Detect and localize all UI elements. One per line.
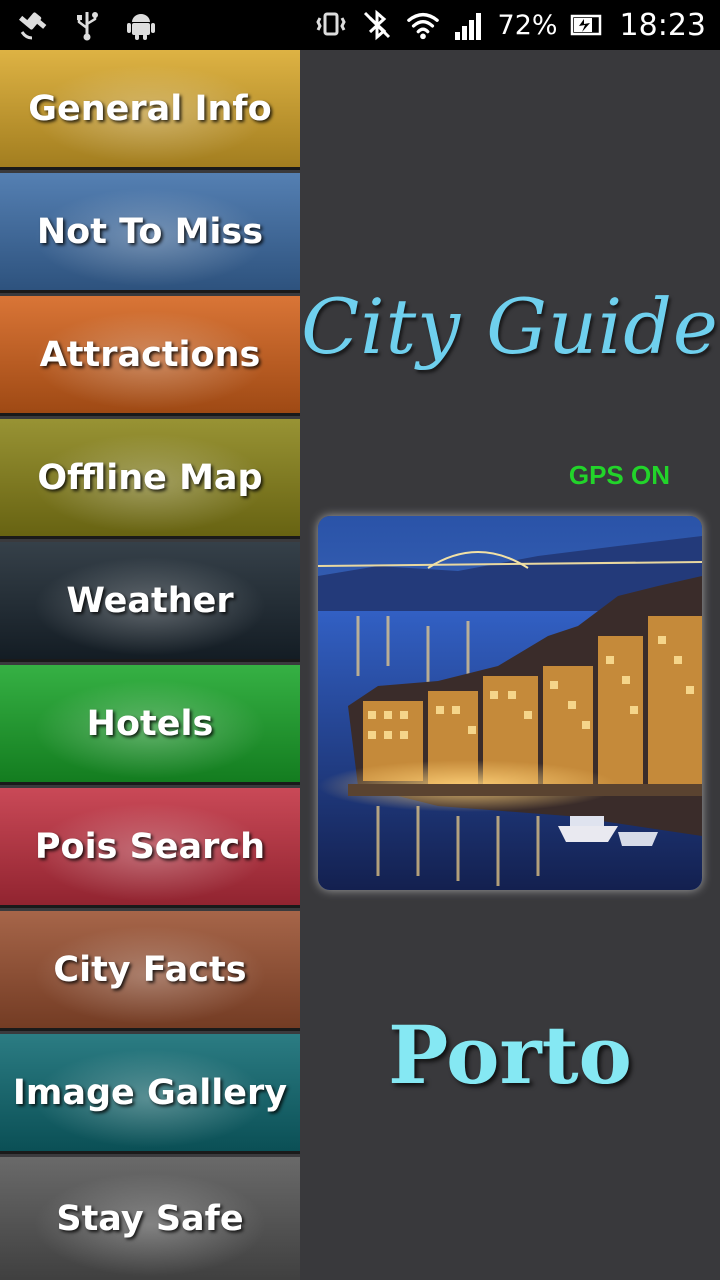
menu-item-label: Weather — [66, 580, 234, 621]
menu-item-label: Not To Miss — [36, 211, 264, 252]
menu-item-label: Pois Search — [34, 826, 266, 867]
menu-item-not-to-miss[interactable]: Not To Miss — [0, 173, 300, 293]
wifi-icon — [406, 8, 440, 42]
usb-icon — [70, 8, 104, 42]
menu-item-label: Offline Map — [37, 457, 263, 498]
main-menu: General Info Not To Miss Attractions Off… — [0, 50, 300, 1280]
battery-percent: 72% — [497, 9, 558, 41]
menu-item-attractions[interactable]: Attractions — [0, 296, 300, 416]
home-panel: City Guide GPS ON Porto — [300, 50, 720, 1280]
status-bar-left — [16, 8, 158, 42]
bluetooth-off-icon — [360, 8, 394, 42]
app-title: City Guide — [301, 282, 719, 371]
menu-item-label: Attractions — [39, 334, 261, 375]
menu-item-general-info[interactable]: General Info — [0, 50, 300, 170]
city-photo-image — [318, 516, 702, 890]
menu-item-weather[interactable]: Weather — [0, 542, 300, 662]
satellite-icon — [16, 8, 50, 42]
menu-item-label: City Facts — [53, 949, 247, 990]
menu-item-stay-safe[interactable]: Stay Safe — [0, 1157, 300, 1280]
status-bar: 72% 18:23 — [0, 0, 720, 50]
menu-item-label: Stay Safe — [56, 1198, 244, 1239]
vibrate-icon — [314, 8, 348, 42]
menu-item-label: General Info — [28, 88, 272, 129]
menu-item-pois-search[interactable]: Pois Search — [0, 788, 300, 908]
menu-item-label: Hotels — [86, 703, 214, 744]
menu-item-hotels[interactable]: Hotels — [0, 665, 300, 785]
menu-item-offline-map[interactable]: Offline Map — [0, 419, 300, 539]
menu-item-label: Image Gallery — [12, 1072, 288, 1113]
menu-item-image-gallery[interactable]: Image Gallery — [0, 1034, 300, 1154]
city-name: Porto — [388, 1008, 632, 1102]
city-photo[interactable] — [318, 516, 702, 890]
clock: 18:23 — [619, 7, 706, 43]
signal-icon — [452, 8, 486, 42]
menu-item-city-facts[interactable]: City Facts — [0, 911, 300, 1031]
gps-status: GPS ON — [568, 460, 670, 490]
status-bar-right: 72% 18:23 — [314, 6, 706, 44]
android-icon — [124, 8, 158, 42]
battery-charging-icon — [570, 8, 604, 42]
